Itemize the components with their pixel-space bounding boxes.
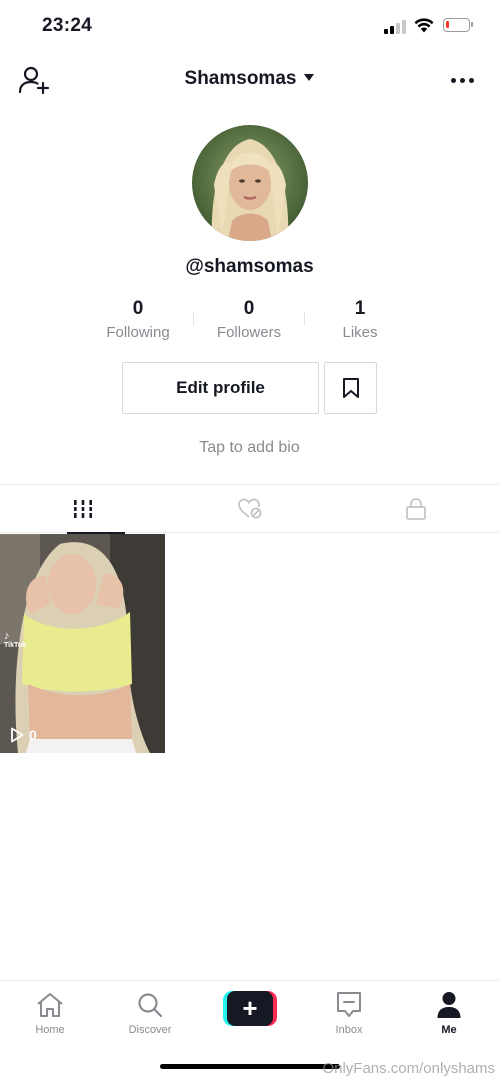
- lock-icon: [406, 498, 426, 520]
- status-bar: 23:24: [0, 0, 499, 52]
- tab-liked[interactable]: [166, 485, 333, 533]
- status-time: 23:24: [42, 15, 93, 36]
- bookmark-button[interactable]: [324, 362, 377, 414]
- nav-label: Home: [35, 1024, 65, 1036]
- avatar[interactable]: [192, 125, 308, 241]
- wifi-icon: [414, 18, 434, 33]
- bookmark-icon: [342, 378, 359, 398]
- profile-stats: 0 Following 0 Followers 1 Likes: [83, 298, 415, 348]
- liked-hidden-icon: [237, 498, 261, 519]
- person-icon: [437, 992, 461, 1018]
- add-bio-link[interactable]: Tap to add bio: [0, 439, 499, 457]
- search-icon: [138, 993, 163, 1018]
- view-count: 0: [29, 727, 37, 743]
- nav-home[interactable]: Home: [0, 989, 100, 1041]
- video-view-count: 0: [10, 727, 37, 743]
- edit-profile-button[interactable]: Edit profile: [122, 362, 319, 414]
- grid-icon: [74, 500, 92, 518]
- ellipsis-icon[interactable]: [451, 70, 475, 90]
- nav-label: Me: [441, 1024, 457, 1036]
- inbox-icon: [337, 992, 361, 1017]
- profile-title: Shamsomas: [184, 68, 297, 89]
- tiktok-watermark: ♪ TikTok: [4, 630, 26, 650]
- stat-label: Followers: [216, 324, 282, 341]
- stat-following[interactable]: 0 Following: [83, 298, 193, 341]
- profile-tabs: [0, 484, 499, 534]
- home-icon: [37, 993, 63, 1017]
- nav-inbox[interactable]: Inbox: [299, 989, 399, 1041]
- play-icon: [11, 727, 24, 743]
- watermark-text: OnlyFans.com/onlyshams: [322, 1060, 495, 1077]
- nav-label: Inbox: [335, 1024, 363, 1036]
- username: @shamsomas: [185, 256, 314, 277]
- nav-label: Discover: [128, 1024, 172, 1036]
- stat-value: 0: [132, 298, 144, 319]
- video-thumbnail[interactable]: ♪ TikTok 0: [0, 534, 165, 753]
- stat-label: Following: [106, 324, 170, 341]
- stat-label: Likes: [342, 324, 378, 341]
- create-video-button[interactable]: +: [223, 991, 277, 1026]
- profile-title-dropdown[interactable]: Shamsomas: [0, 68, 499, 90]
- watermark-brand: TikTok: [4, 642, 26, 650]
- stat-likes[interactable]: 1 Likes: [305, 298, 415, 341]
- home-indicator: [160, 1064, 340, 1069]
- stat-value: 0: [243, 298, 255, 319]
- stat-value: 1: [354, 298, 366, 319]
- profile-header: Shamsomas: [0, 60, 499, 100]
- nav-discover[interactable]: Discover: [100, 989, 200, 1041]
- battery-icon: [443, 18, 473, 32]
- plus-icon: +: [227, 991, 273, 1026]
- caret-down-icon: [304, 74, 315, 81]
- nav-me[interactable]: Me: [399, 989, 499, 1041]
- tab-videos[interactable]: [0, 485, 166, 534]
- stat-followers[interactable]: 0 Followers: [194, 298, 304, 341]
- tab-private[interactable]: [333, 485, 499, 533]
- cellular-signal-icon: [384, 20, 406, 34]
